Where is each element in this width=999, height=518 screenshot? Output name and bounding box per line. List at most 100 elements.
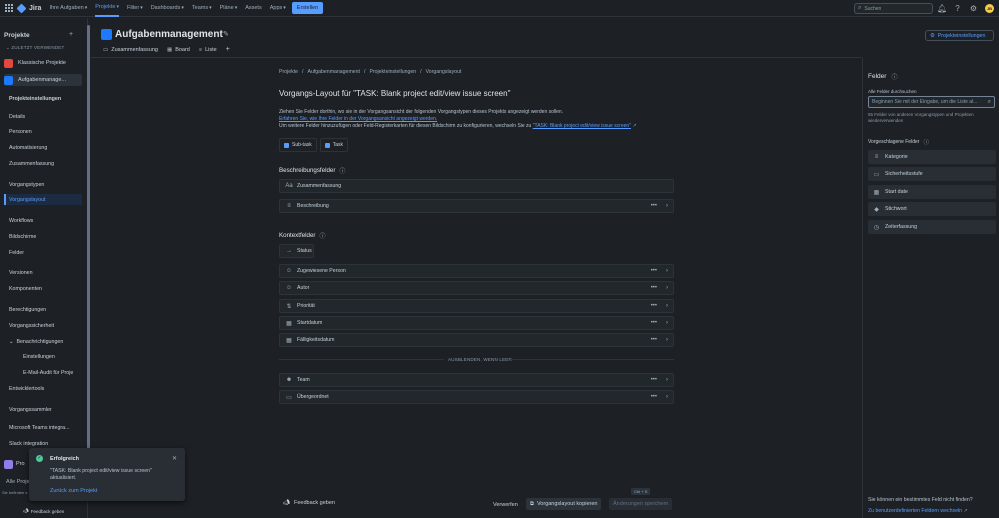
jira-logo[interactable]: Jira bbox=[16, 3, 41, 13]
more-icon[interactable]: ••• bbox=[651, 394, 657, 400]
info-icon[interactable]: ⓘ bbox=[891, 72, 897, 81]
issue-type-task[interactable]: Task bbox=[319, 138, 349, 152]
breadcrumb-item[interactable]: Aufgabenmanagement bbox=[307, 69, 360, 75]
breadcrumb-item[interactable]: Projekteinstellungen bbox=[369, 69, 416, 75]
tab-summary[interactable]: ▭ Zusammenfassung bbox=[103, 46, 158, 53]
sidebar-item-screens[interactable]: Bildschirme bbox=[4, 231, 82, 242]
tab-board[interactable]: ▦ Board bbox=[167, 46, 190, 53]
sidebar-item-people[interactable]: Personen bbox=[4, 126, 82, 137]
add-project-icon[interactable]: + bbox=[69, 31, 73, 38]
info-icon[interactable]: ⓘ bbox=[339, 166, 345, 175]
sidebar-item-developer-tools[interactable]: Entwicklertools bbox=[4, 383, 82, 394]
more-icon[interactable]: ••• bbox=[651, 268, 657, 274]
sidebar-item-email-audit[interactable]: E-Mail-Audit für Proje bbox=[4, 367, 82, 378]
notifications-icon[interactable]: 🔔︎ bbox=[937, 4, 947, 13]
suggested-field-category[interactable]: ≡ Kategorie bbox=[868, 150, 996, 164]
suggested-field-security-level[interactable]: ▭ Sicherheitsstufe bbox=[868, 167, 996, 181]
help-icon[interactable]: ? bbox=[953, 4, 962, 13]
more-icon[interactable]: ••• bbox=[651, 320, 657, 326]
field-row-status[interactable]: → Status bbox=[279, 244, 314, 258]
save-changes-button[interactable]: Änderungen speichern bbox=[609, 498, 673, 510]
back-to-project-link[interactable]: Zurück zum Projekt bbox=[50, 488, 97, 494]
sidebar-item-automation[interactable]: Automatisierung bbox=[4, 142, 82, 153]
issue-type-subtask[interactable]: Sub-task bbox=[279, 138, 317, 152]
info-icon[interactable]: ⓘ bbox=[319, 231, 325, 240]
sidebar-item-issue-collectors[interactable]: Vorgangssammler bbox=[4, 404, 82, 415]
chevron-right-icon[interactable]: › bbox=[666, 377, 668, 383]
sidebar-item-fields[interactable]: Felder bbox=[4, 247, 82, 258]
sidebar-item-permissions[interactable]: Berechtigungen bbox=[4, 304, 82, 315]
suggested-field-start-date[interactable]: ▦ Start date bbox=[868, 185, 996, 199]
field-row-summary[interactable]: Aa Zusammenfassung bbox=[279, 179, 674, 193]
learn-more-link[interactable]: Erfahren Sie, wie Ihre Felder in der Vor… bbox=[279, 116, 437, 122]
field-row-start-date[interactable]: ▦ Startdatum ••• › bbox=[279, 316, 674, 330]
sidebar-item-workflows[interactable]: Workflows bbox=[4, 215, 82, 226]
chevron-right-icon[interactable]: › bbox=[666, 285, 668, 291]
sidebar-project-bottom[interactable]: Pro bbox=[4, 458, 28, 470]
pin-icon[interactable]: ✎ bbox=[223, 30, 229, 38]
sidebar-item-ms-teams[interactable]: Microsoft Teams integra... bbox=[4, 422, 82, 433]
sidebar-item-components[interactable]: Komponenten bbox=[4, 283, 82, 294]
app-switcher-icon[interactable] bbox=[5, 4, 13, 12]
field-row-parent[interactable]: ▭ Übergeordnet ••• › bbox=[279, 390, 674, 404]
more-icon[interactable]: ••• bbox=[651, 303, 657, 309]
sidebar-item-issue-layout[interactable]: Vorgangslayout bbox=[4, 194, 82, 205]
sidebar-feedback-button[interactable]: 📣︎ Feedback geben bbox=[23, 508, 64, 514]
more-icon[interactable]: ••• bbox=[651, 377, 657, 383]
discard-button[interactable]: Verwerfen bbox=[490, 499, 521, 510]
nav-teams[interactable]: Teams ▾ bbox=[192, 5, 212, 11]
field-row-priority[interactable]: ⇅ Priorität ••• › bbox=[279, 299, 674, 313]
suggested-field-labels[interactable]: ◆ Stichwort bbox=[868, 202, 996, 216]
sidebar-item-issue-security[interactable]: Vorgangssicherheit bbox=[4, 320, 82, 331]
search-input[interactable]: ⌕ Suchen bbox=[854, 3, 933, 14]
nav-assets[interactable]: Assets bbox=[245, 5, 262, 11]
info-icon[interactable]: ⓘ bbox=[923, 138, 929, 146]
user-avatar[interactable]: JB bbox=[985, 4, 994, 13]
custom-fields-link[interactable]: Zu benutzerdefinierten Feldern wechseln … bbox=[868, 508, 968, 514]
nav-filters[interactable]: Filter ▾ bbox=[127, 5, 143, 11]
field-row-team[interactable]: ☻ Team ••• › bbox=[279, 373, 674, 387]
nav-projects[interactable]: Projekte ▾ bbox=[95, 0, 119, 17]
field-row-due-date[interactable]: ▦ Fälligkeitsdatum ••• › bbox=[279, 333, 674, 347]
sidebar-item-notifications[interactable]: ⌄ Benachrichtigungen bbox=[4, 336, 82, 347]
suggested-field-time-tracking[interactable]: ◷ Zeiterfassung bbox=[868, 220, 996, 234]
breadcrumb-item[interactable]: Projekte bbox=[279, 69, 298, 75]
field-row-assignee[interactable]: ☺ Zugewiesene Person ••• › bbox=[279, 264, 674, 278]
chevron-right-icon[interactable]: › bbox=[666, 268, 668, 274]
nav-your-work[interactable]: Ihre Aufgaben ▾ bbox=[49, 5, 87, 11]
fields-search-input[interactable]: Beginnen Sie mit der Eingabe, um die Lis… bbox=[868, 96, 995, 108]
sidebar-item-notification-settings[interactable]: Einstellungen bbox=[4, 351, 82, 362]
chevron-right-icon[interactable]: › bbox=[666, 203, 668, 209]
tab-list[interactable]: ≡ Liste bbox=[199, 46, 217, 53]
copy-layout-button[interactable]: ⧉ Vorgangslayout kopieren bbox=[526, 498, 602, 510]
add-tab-icon[interactable]: + bbox=[226, 46, 230, 53]
field-row-description[interactable]: ≡ Beschreibung ••• › bbox=[279, 199, 674, 213]
sidebar-scrollbar[interactable] bbox=[87, 25, 90, 449]
chevron-right-icon[interactable]: › bbox=[666, 394, 668, 400]
close-icon[interactable]: ✕ bbox=[172, 455, 177, 462]
chevron-right-icon[interactable]: › bbox=[666, 337, 668, 343]
more-icon[interactable]: ••• bbox=[651, 203, 657, 209]
sidebar-item-summary[interactable]: Zusammenfassung bbox=[4, 158, 82, 169]
field-row-reporter[interactable]: ☺ Autor ••• › bbox=[279, 281, 674, 295]
sidebar-item-versions[interactable]: Versionen bbox=[4, 267, 82, 278]
sidebar-project-current[interactable]: Aufgabenmanage... bbox=[4, 74, 82, 86]
create-button[interactable]: Erstellen bbox=[291, 2, 324, 14]
sidebar-item-project-settings[interactable]: Projekteinstellungen bbox=[4, 93, 82, 104]
settings-gear-icon[interactable]: ⚙ bbox=[969, 4, 978, 13]
chevron-right-icon[interactable]: › bbox=[666, 320, 668, 326]
screen-link[interactable]: "TASK: Blank project edit/view issue scr… bbox=[533, 123, 631, 129]
chevron-right-icon[interactable]: › bbox=[666, 303, 668, 309]
sidebar-item-details[interactable]: Details bbox=[4, 111, 82, 122]
breadcrumb-item[interactable]: Vorgangslayout bbox=[426, 69, 462, 75]
nav-dashboards[interactable]: Dashboards ▾ bbox=[151, 5, 184, 11]
nav-plans[interactable]: Pläne ▾ bbox=[220, 5, 238, 11]
nav-apps[interactable]: Apps ▾ bbox=[270, 5, 286, 11]
more-icon[interactable]: ••• bbox=[651, 285, 657, 291]
more-icon[interactable]: ••• bbox=[651, 337, 657, 343]
sidebar-item-issue-types[interactable]: Vorgangstypen bbox=[4, 179, 82, 190]
feedback-button[interactable]: 📣︎ Feedback geben bbox=[283, 500, 335, 506]
project-settings-button[interactable]: ⚙ Projekteinstellungen bbox=[925, 30, 994, 41]
sidebar-all-projects[interactable]: Alle Proje bbox=[6, 479, 30, 485]
sidebar-project-classic[interactable]: Klassische Projekte bbox=[4, 57, 82, 69]
